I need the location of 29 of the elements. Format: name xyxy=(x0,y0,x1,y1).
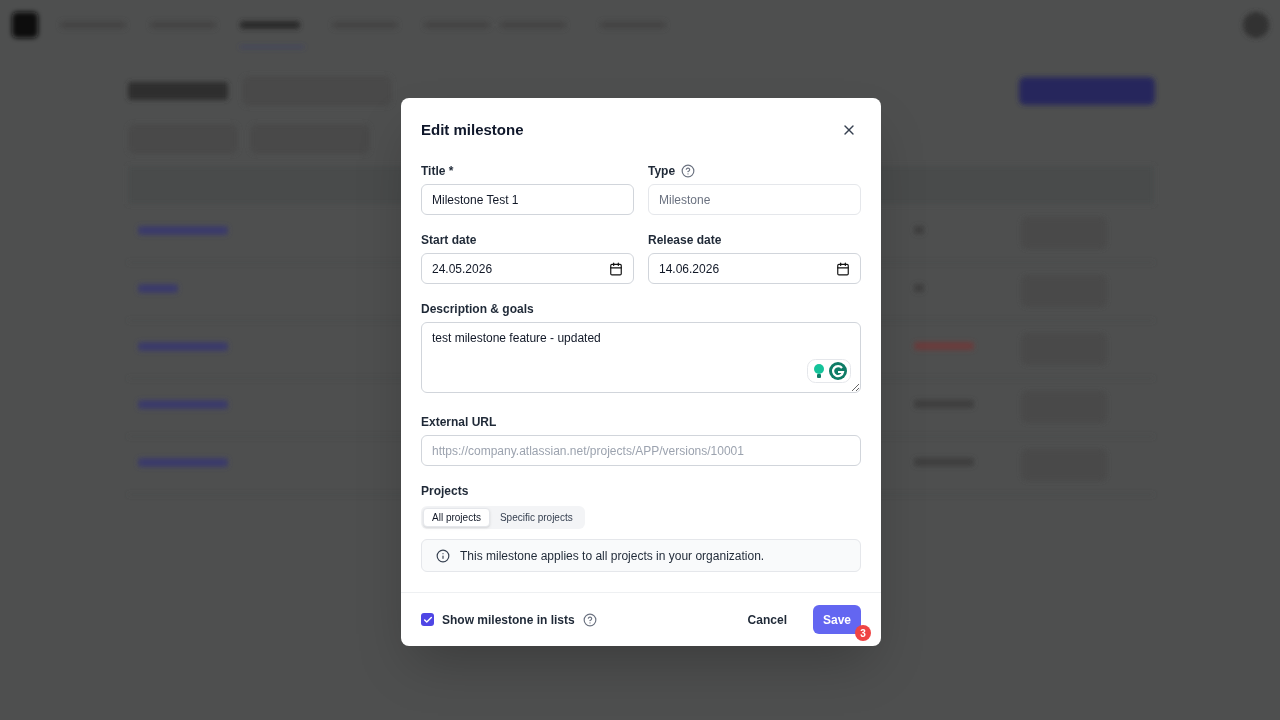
info-text: This milestone applies to all projects in your organization. xyxy=(460,547,765,565)
notification-badge: 3 xyxy=(855,625,871,641)
field-label: Release date xyxy=(648,232,722,249)
checkbox[interactable] xyxy=(421,613,434,626)
field-label: Description & goals xyxy=(421,301,534,318)
url-input[interactable]: https://company.atlassian.net/projects/APP/versions/10001 xyxy=(421,435,861,466)
segment-tab[interactable]: All projects xyxy=(423,508,490,527)
cancel-button[interactable]: Cancel xyxy=(737,605,797,634)
segment-tab[interactable]: Specific projects xyxy=(489,508,583,527)
check-icon xyxy=(422,614,433,625)
date-field[interactable]: 24.05.2026 xyxy=(421,253,634,284)
info-icon xyxy=(436,548,450,563)
dialog-title: Edit milestone xyxy=(421,119,524,140)
checkbox-label: Show milestone in lists xyxy=(442,611,575,629)
calendar-icon[interactable] xyxy=(609,261,623,276)
save-button[interactable]: Save xyxy=(812,605,861,634)
writing-assistant-icon[interactable] xyxy=(807,359,851,383)
description-textarea[interactable]: test milestone feature - updated xyxy=(421,322,861,393)
help-icon[interactable] xyxy=(681,164,696,178)
help-icon[interactable] xyxy=(582,612,597,627)
field-label: Start date xyxy=(421,232,477,249)
field-label: Projects xyxy=(421,483,469,500)
field-label: Title * xyxy=(421,163,454,180)
type-input[interactable]: Milestone xyxy=(648,184,861,215)
field-label: External URL xyxy=(421,414,497,431)
title-input[interactable]: Milestone Test 1 xyxy=(421,184,634,215)
calendar-icon[interactable] xyxy=(836,261,850,276)
date-field[interactable]: 14.06.2026 xyxy=(648,253,861,284)
field-label: Type xyxy=(648,163,676,180)
